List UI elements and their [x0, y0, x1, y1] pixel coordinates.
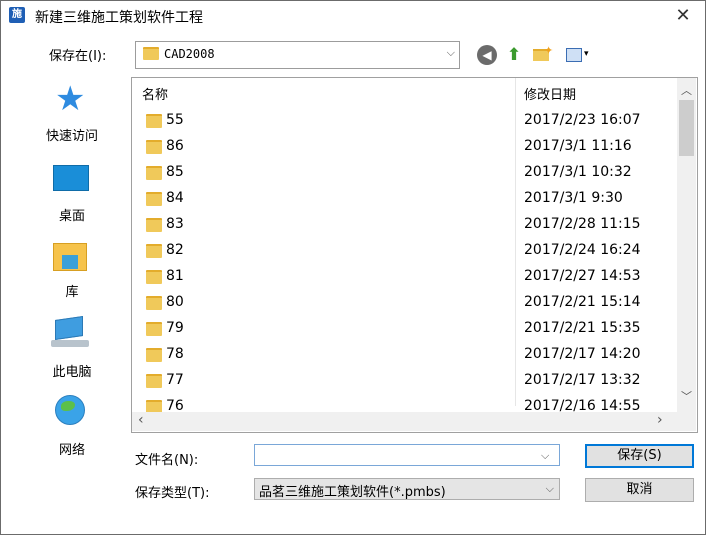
place-quick-access[interactable]: ★ 快速访问 [29, 79, 115, 155]
item-date: 2017/2/21 15:35 [524, 320, 641, 336]
item-date: 2017/2/17 14:20 [524, 346, 641, 362]
item-name: 83 [166, 216, 184, 232]
item-name: 82 [166, 242, 184, 258]
save-in-value: CAD2008 [164, 47, 215, 61]
folder-icon [146, 244, 162, 258]
item-date: 2017/3/1 11:16 [524, 138, 632, 154]
place-label: 库 [65, 285, 79, 300]
list-item[interactable]: 78 2017/2/17 14:20 [132, 342, 677, 368]
item-date: 2017/3/1 9:30 [524, 190, 623, 206]
list-item[interactable]: 55 2017/2/23 16:07 [132, 108, 677, 134]
up-arrow-icon: ⬆ [506, 45, 522, 65]
list-item[interactable]: 80 2017/2/21 15:14 [132, 290, 677, 316]
item-date: 2017/2/23 16:07 [524, 112, 641, 128]
folder-icon [146, 322, 162, 336]
file-list[interactable]: 名称 修改日期 55 2017/2/23 16:07 86 2017/3/1 1… [131, 77, 698, 433]
list-item[interactable]: 84 2017/3/1 9:30 [132, 186, 677, 212]
filetype-label: 保存类型(T): [135, 486, 210, 501]
view-menu-button[interactable]: ▾ [564, 45, 600, 65]
list-item[interactable]: 86 2017/3/1 11:16 [132, 134, 677, 160]
item-name: 79 [166, 320, 184, 336]
place-desktop[interactable]: 桌面 [29, 159, 115, 235]
item-date: 2017/3/1 10:32 [524, 164, 632, 180]
column-header-name[interactable]: 名称 [142, 84, 168, 103]
list-item[interactable]: 81 2017/2/27 14:53 [132, 264, 677, 290]
save-button[interactable]: 保存(S) [585, 444, 694, 468]
folder-icon [146, 270, 162, 284]
item-name: 86 [166, 138, 184, 154]
item-name: 80 [166, 294, 184, 310]
dialog-title: 新建三维施工策划软件工程 [35, 10, 203, 26]
chevron-down-icon: ▾ [584, 49, 589, 59]
item-name: 77 [166, 372, 184, 388]
list-item[interactable]: 83 2017/2/28 11:15 [132, 212, 677, 238]
item-date: 2017/2/28 11:15 [524, 216, 641, 232]
chevron-right-icon[interactable]: › [657, 412, 663, 428]
place-label: 网络 [58, 443, 85, 458]
item-name: 55 [166, 112, 184, 128]
save-dialog: 施 新建三维施工策划软件工程 ✕ 保存在(I): CAD2008 ⌵ ◀ ⬆ ✦… [0, 0, 706, 535]
close-button[interactable]: ✕ [661, 1, 705, 31]
save-in-label: 保存在(I): [49, 49, 107, 64]
list-item[interactable]: 79 2017/2/21 15:35 [132, 316, 677, 342]
scroll-thumb[interactable] [679, 100, 694, 156]
folder-icon [146, 374, 162, 388]
filename-label: 文件名(N): [135, 453, 199, 468]
item-name: 78 [166, 346, 184, 362]
chevron-down-icon: ⌵ [545, 482, 554, 495]
place-this-pc[interactable]: 此电脑 [29, 315, 115, 391]
sparkle-icon: ✦ [544, 44, 554, 57]
cancel-button[interactable]: 取消 [585, 478, 694, 502]
column-header-date[interactable]: 修改日期 [524, 84, 576, 103]
item-name: 85 [166, 164, 184, 180]
filename-input[interactable] [254, 444, 560, 466]
save-in-dropdown[interactable]: CAD2008 ⌵ [135, 41, 460, 69]
place-network[interactable]: 网络 [29, 393, 115, 469]
app-icon: 施 [9, 7, 25, 23]
place-label: 此电脑 [52, 365, 92, 380]
chevron-down-icon[interactable]: ﹀ [681, 388, 692, 404]
folder-icon [146, 166, 162, 180]
folder-icon [143, 47, 159, 60]
item-name: 84 [166, 190, 184, 206]
star-icon: ★ [55, 79, 86, 119]
horizontal-scrollbar[interactable]: ‹ › [132, 412, 677, 431]
folder-icon [146, 296, 162, 310]
list-item[interactable]: 77 2017/2/17 13:32 [132, 368, 677, 394]
place-label: 桌面 [58, 209, 85, 224]
up-folder-button[interactable]: ⬆ [504, 45, 524, 65]
item-date: 2017/2/27 14:53 [524, 268, 641, 284]
item-date: 2017/2/24 16:24 [524, 242, 641, 258]
folder-icon [146, 348, 162, 362]
view-icon [566, 48, 582, 62]
list-item[interactable]: 85 2017/3/1 10:32 [132, 160, 677, 186]
computer-base-icon [51, 340, 89, 347]
folder-icon [146, 218, 162, 232]
item-name: 81 [166, 268, 184, 284]
back-icon: ◀ [482, 48, 492, 62]
folder-icon [146, 192, 162, 206]
new-folder-button[interactable]: ✦ [531, 44, 555, 65]
back-button[interactable]: ◀ [477, 45, 497, 65]
folder-icon [146, 140, 162, 154]
title-bar: 施 新建三维施工策划软件工程 ✕ [1, 1, 705, 31]
filetype-value: 品茗三维施工策划软件(*.pmbs) [259, 485, 446, 500]
list-item[interactable]: 82 2017/2/24 16:24 [132, 238, 677, 264]
chevron-left-icon[interactable]: ‹ [138, 412, 144, 428]
chevron-down-icon[interactable]: ⌵ [541, 449, 549, 463]
chevron-up-icon[interactable]: ︿ [681, 82, 692, 98]
library-icon-inner [62, 255, 78, 269]
folder-icon [146, 114, 162, 128]
chevron-down-icon: ⌵ [446, 46, 455, 59]
place-label: 快速访问 [45, 129, 98, 144]
vertical-scrollbar[interactable]: ︿ ﹀ [677, 78, 696, 412]
place-library[interactable]: 库 [29, 235, 115, 311]
filetype-dropdown[interactable]: 品茗三维施工策划软件(*.pmbs) ⌵ [254, 478, 560, 500]
scrollbar-corner [677, 412, 696, 431]
computer-icon [55, 316, 83, 340]
item-date: 2017/2/21 15:14 [524, 294, 641, 310]
desktop-icon [53, 165, 89, 191]
item-date: 2017/2/17 13:32 [524, 372, 641, 388]
